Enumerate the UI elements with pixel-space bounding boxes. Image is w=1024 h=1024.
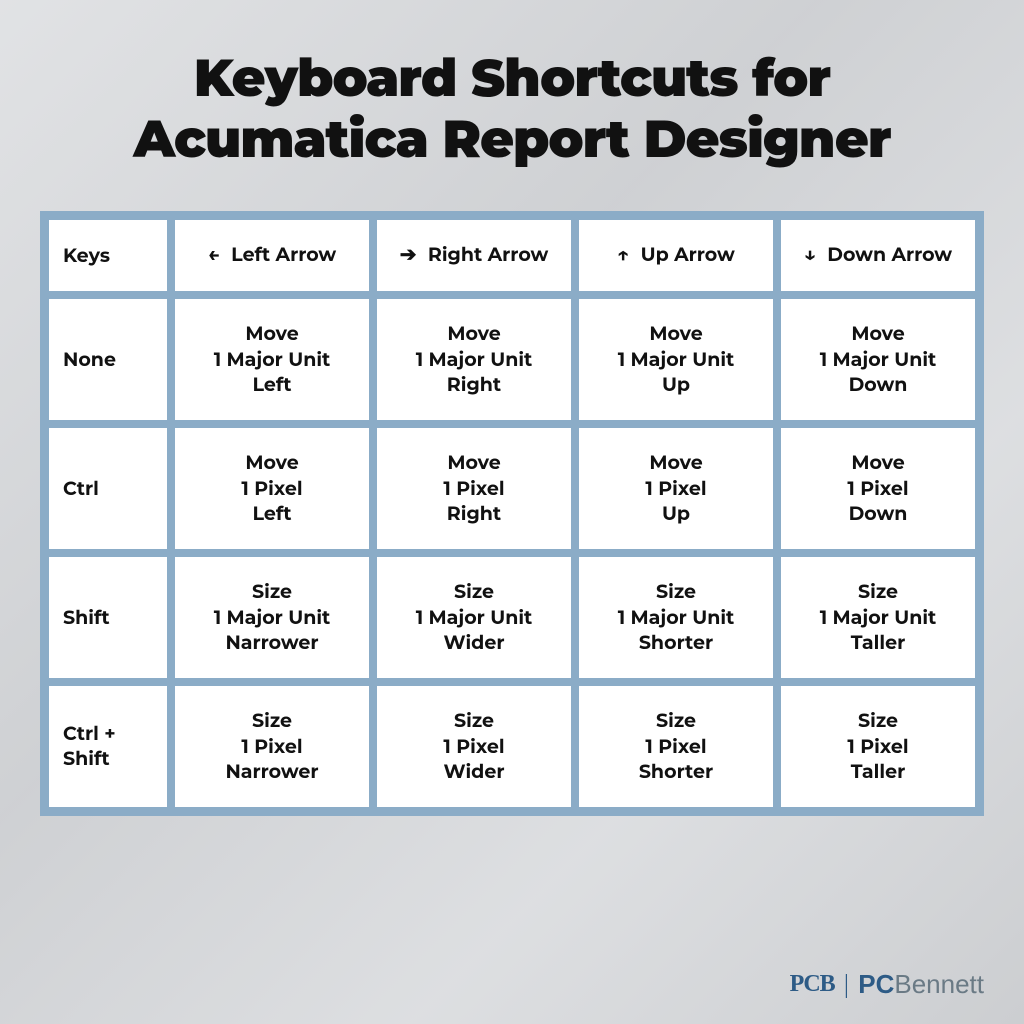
- up-arrow-icon: ↑: [617, 242, 629, 269]
- cell: Size 1 Pixel Narrower: [174, 685, 370, 808]
- cell: Size 1 Major Unit Wider: [376, 556, 572, 679]
- logo-text-light: Bennett: [894, 969, 984, 999]
- cell: Size 1 Pixel Shorter: [578, 685, 774, 808]
- column-header-up-label: Up Arrow: [641, 243, 735, 266]
- logo-separator: |: [843, 968, 851, 1000]
- cell: Move 1 Major Unit Left: [174, 298, 370, 421]
- cell: Move 1 Pixel Left: [174, 427, 370, 550]
- cell: Size 1 Pixel Wider: [376, 685, 572, 808]
- table-row: Ctrl + Shift Size 1 Pixel Narrower Size …: [48, 685, 976, 808]
- table-header-row: Keys ← Left Arrow ➔ Right Arrow ↑ Up Arr…: [48, 219, 976, 292]
- cell: Move 1 Major Unit Down: [780, 298, 976, 421]
- column-header-right-label: Right Arrow: [428, 243, 548, 266]
- table-row: Shift Size 1 Major Unit Narrower Size 1 …: [48, 556, 976, 679]
- left-arrow-icon: ←: [208, 242, 220, 269]
- page-container: Keyboard Shortcuts for Acumatica Report …: [0, 0, 1024, 1024]
- cell: Size 1 Major Unit Narrower: [174, 556, 370, 679]
- page-title: Keyboard Shortcuts for Acumatica Report …: [40, 48, 984, 171]
- cell: Size 1 Major Unit Shorter: [578, 556, 774, 679]
- logo-mark-icon: PCB: [790, 971, 835, 998]
- column-header-down: ↓ Down Arrow: [780, 219, 976, 292]
- table-row: None Move 1 Major Unit Left Move 1 Major…: [48, 298, 976, 421]
- cell: Move 1 Pixel Right: [376, 427, 572, 550]
- cell: Move 1 Pixel Down: [780, 427, 976, 550]
- cell: Move 1 Major Unit Right: [376, 298, 572, 421]
- cell: Size 1 Pixel Taller: [780, 685, 976, 808]
- row-modifier: Ctrl: [48, 427, 168, 550]
- column-header-keys: Keys: [48, 219, 168, 292]
- right-arrow-icon: ➔: [400, 242, 417, 269]
- logo-text-bold: PC: [858, 969, 894, 999]
- row-modifier: None: [48, 298, 168, 421]
- footer: PCB | PCBennett: [40, 956, 984, 1000]
- cell: Move 1 Major Unit Up: [578, 298, 774, 421]
- logo-text: PCBennett: [858, 969, 984, 1000]
- column-header-up: ↑ Up Arrow: [578, 219, 774, 292]
- cell: Size 1 Major Unit Taller: [780, 556, 976, 679]
- shortcut-table: Keys ← Left Arrow ➔ Right Arrow ↑ Up Arr…: [40, 211, 984, 816]
- column-header-right: ➔ Right Arrow: [376, 219, 572, 292]
- row-modifier: Shift: [48, 556, 168, 679]
- cell: Move 1 Pixel Up: [578, 427, 774, 550]
- column-header-down-label: Down Arrow: [827, 243, 952, 266]
- row-modifier: Ctrl + Shift: [48, 685, 168, 808]
- table-row: Ctrl Move 1 Pixel Left Move 1 Pixel Righ…: [48, 427, 976, 550]
- down-arrow-icon: ↓: [804, 242, 816, 269]
- column-header-left: ← Left Arrow: [174, 219, 370, 292]
- column-header-left-label: Left Arrow: [231, 243, 336, 266]
